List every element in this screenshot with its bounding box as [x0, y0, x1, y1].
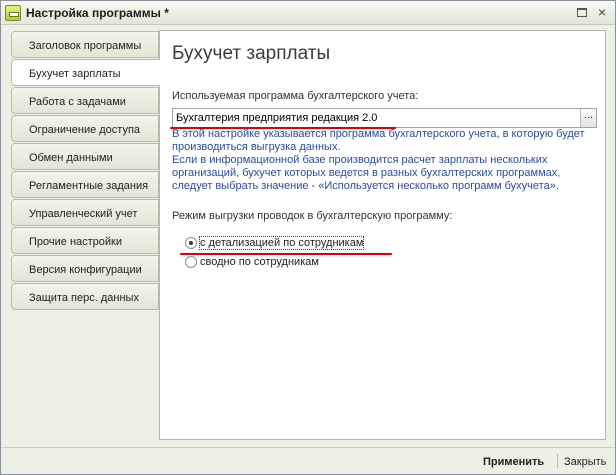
tab-payroll-accounting[interactable]: Бухучет зарплаты — [11, 59, 160, 86]
settings-app-icon — [5, 5, 21, 21]
window-title: Настройка программы * — [26, 6, 169, 20]
settings-tabs: Заголовок программы Бухучет зарплаты Раб… — [11, 31, 160, 435]
tab-personal-data-protection[interactable]: Защита перс. данных — [11, 283, 159, 310]
tab-data-exchange[interactable]: Обмен данными — [11, 143, 159, 170]
footer-bar: Применить Закрыть — [1, 447, 615, 474]
select-more-button[interactable]: ... — [580, 109, 596, 127]
tab-management-accounting[interactable]: Управленческий учет — [11, 199, 159, 226]
radio-detailed[interactable] — [185, 237, 197, 249]
export-mode-detailed[interactable]: с детализацией по сотрудникам — [185, 236, 385, 250]
program-label: Используемая программа бухгалтерского уч… — [172, 90, 419, 102]
accounting-program-field[interactable]: Бухгалтерия предприятия редакция 2.0 ... — [172, 108, 597, 128]
accounting-program-value: Бухгалтерия предприятия редакция 2.0 — [176, 112, 378, 124]
hint-paragraph-1: В этой настройке указывается программа б… — [172, 128, 585, 153]
export-mode-label: Режим выгрузки проводок в бухгалтерскую … — [172, 210, 453, 222]
export-mode-detailed-label: с детализацией по сотрудникам — [198, 236, 365, 250]
tab-program-header[interactable]: Заголовок программы — [11, 31, 159, 58]
tab-configuration-version[interactable]: Версия конфигурации — [11, 255, 159, 282]
apply-button[interactable]: Применить — [483, 456, 544, 468]
annotation-underline-export-mode — [180, 253, 392, 255]
tab-scheduled-jobs[interactable]: Регламентные задания — [11, 171, 159, 198]
maximize-icon[interactable] — [574, 5, 590, 21]
tab-task-management[interactable]: Работа с задачами — [11, 87, 159, 114]
tab-other-settings[interactable]: Прочие настройки — [11, 227, 159, 254]
export-mode-summary-label: сводно по сотрудникам — [200, 256, 319, 268]
export-mode-summary[interactable]: сводно по сотрудникам — [185, 256, 385, 269]
title-bar: Настройка программы * × — [1, 1, 615, 25]
close-button[interactable]: Закрыть — [564, 456, 606, 468]
radio-summary[interactable] — [185, 256, 197, 268]
footer-separator — [557, 454, 558, 468]
hint-paragraph-2: Если в информационной базе производится … — [172, 154, 561, 192]
page-title: Бухучет зарплаты — [172, 43, 331, 64]
settings-panel: Бухучет зарплаты Используемая программа … — [159, 30, 606, 440]
close-icon[interactable]: × — [594, 5, 610, 21]
tab-access-restriction[interactable]: Ограничение доступа — [11, 115, 159, 142]
program-hint: В этой настройке указывается программа б… — [172, 128, 592, 193]
settings-window: Настройка программы * × Заголовок програ… — [0, 0, 616, 475]
